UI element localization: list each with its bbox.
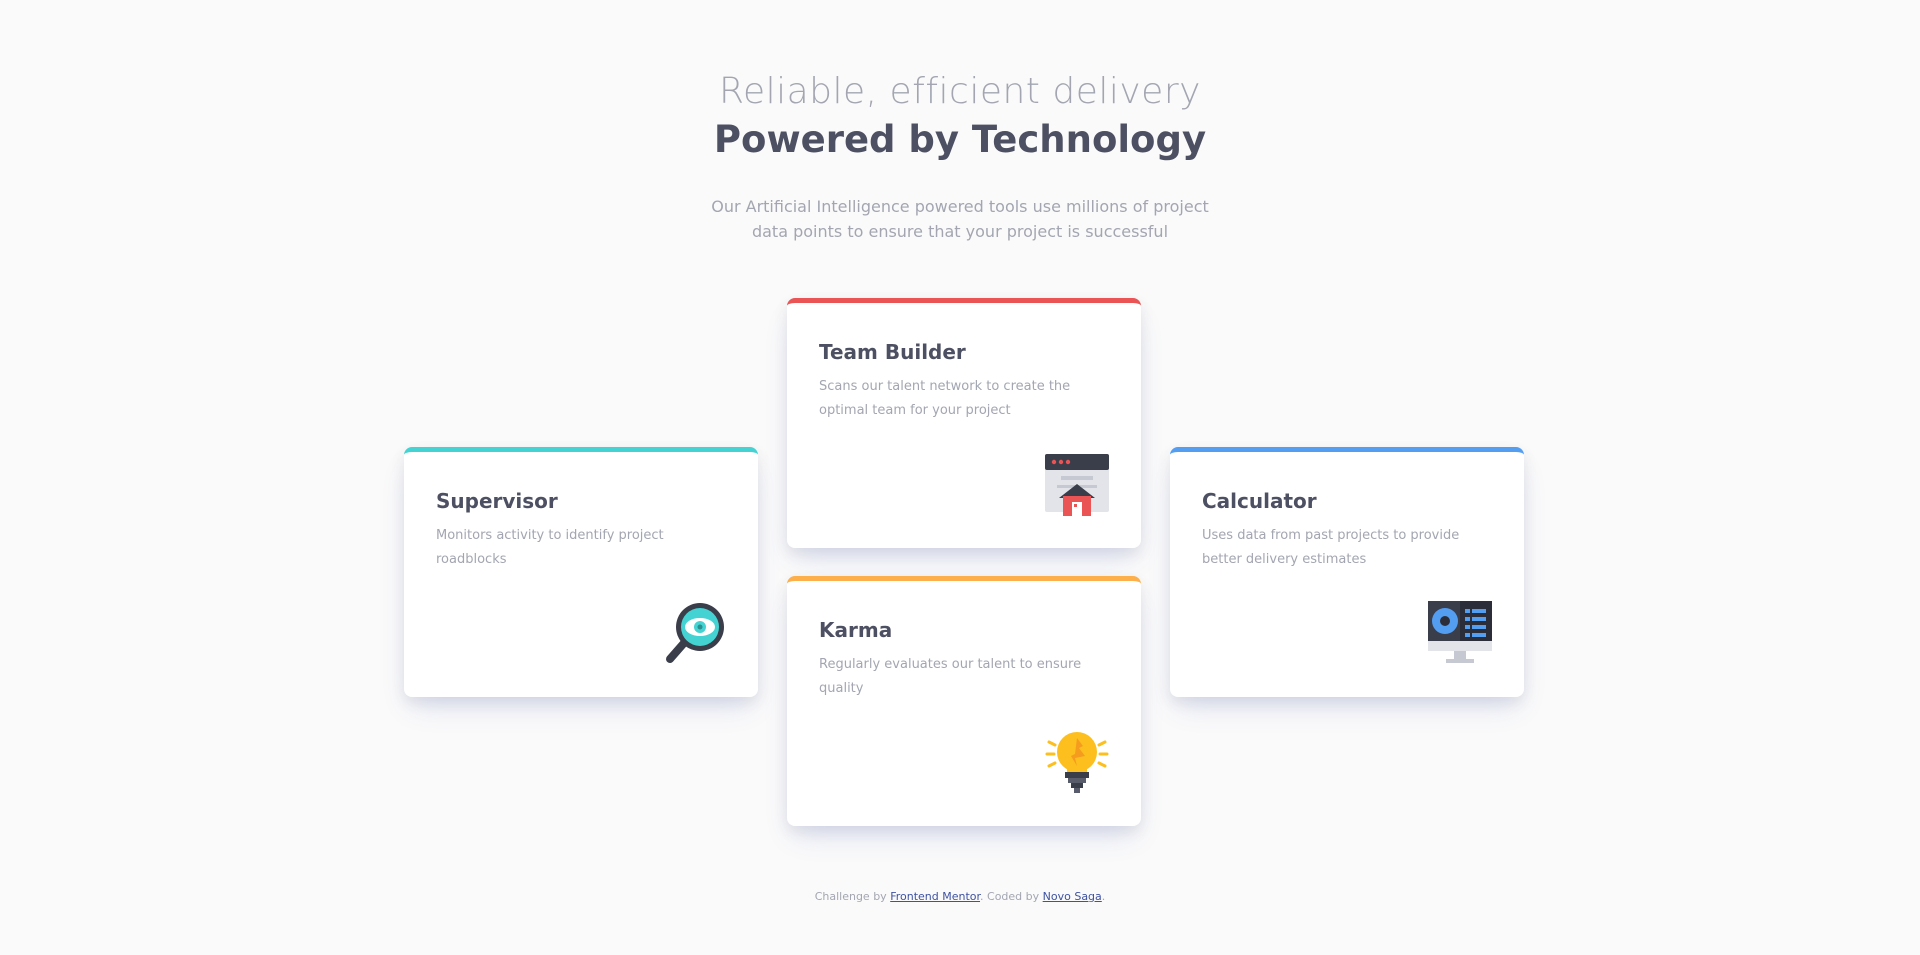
page-title: Powered by Technology: [713, 118, 1207, 161]
card-karma: Karma Regularly evaluates our talent to …: [787, 576, 1141, 826]
supervisor-icon: [666, 603, 724, 663]
intro-text: Our Artificial Intelligence powered tool…: [711, 197, 1209, 241]
card-description: Regularly evaluates our talent to ensure…: [819, 657, 1082, 696]
card-description: Uses data from past projects to provide …: [1202, 528, 1460, 567]
card-title: Team Builder: [819, 340, 966, 364]
card-description: Scans our talent network to create the o…: [819, 379, 1071, 418]
attribution-middle: . Coded by: [980, 890, 1043, 903]
frontend-mentor-link[interactable]: Frontend Mentor: [890, 890, 980, 903]
karma-icon: [1045, 732, 1109, 793]
card-title: Calculator: [1202, 489, 1317, 513]
headline-light: Reliable, efficient delivery: [719, 71, 1201, 112]
card-description: Monitors activity to identify project ro…: [436, 528, 664, 567]
calculator-icon: [1428, 601, 1492, 663]
card-title: Supervisor: [436, 489, 558, 513]
attribution-suffix: .: [1101, 890, 1106, 903]
attribution-prefix: Challenge by: [814, 890, 891, 903]
attribution: Challenge by Frontend Mentor. Coded by N…: [0, 890, 1920, 903]
page-header: Reliable, efficient delivery Powered by …: [0, 62, 1920, 244]
team-builder-icon: [1045, 454, 1109, 516]
card-title: Karma: [819, 618, 893, 642]
card-calculator: Calculator Uses data from past projects …: [1170, 447, 1524, 697]
author-link[interactable]: Novo Saga: [1043, 890, 1102, 903]
card-team-builder: Team Builder Scans our talent network to…: [787, 298, 1141, 548]
card-supervisor: Supervisor Monitors activity to identify…: [404, 447, 758, 697]
